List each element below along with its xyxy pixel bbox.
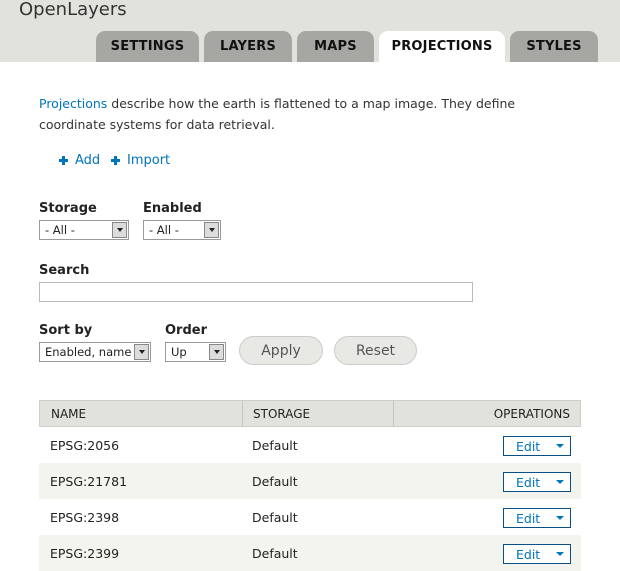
projection-name: EPSG:21781 [50,473,128,489]
reset-button[interactable]: Reset [334,336,417,365]
sort-by-select-value: Enabled, name [45,345,132,359]
edit-dropbutton[interactable]: Edit [503,544,571,564]
edit-label: Edit [516,474,541,490]
table-row: EPSG:21781 Default Edit [39,463,581,499]
edit-label: Edit [516,510,541,526]
add-link[interactable]: Add [58,153,100,168]
search-input[interactable] [39,282,473,302]
tab-settings[interactable]: SETTINGS [96,31,199,62]
projection-storage: Default [252,437,298,453]
table-row: EPSG:2056 Default Edit [39,427,581,463]
plus-icon [58,155,69,166]
edit-dropbutton[interactable]: Edit [503,436,571,456]
chevron-down-icon [134,344,149,360]
chevron-down-icon [209,344,224,360]
chevron-down-icon [204,222,219,238]
plus-icon [110,155,121,166]
chevron-down-icon[interactable] [556,480,564,484]
tab-layers[interactable]: LAYERS [204,31,292,62]
search-label: Search [39,263,90,278]
storage-select[interactable]: - All - [39,220,129,240]
edit-label: Edit [516,438,541,454]
projection-name: EPSG:2056 [50,437,120,453]
chevron-down-icon [112,222,127,238]
order-select[interactable]: Up [165,342,226,362]
sort-by-label: Sort by [39,323,93,338]
table-header: NAME STORAGE OPERATIONS [39,400,581,427]
projections-link[interactable]: Projections [39,96,107,111]
projection-storage: Default [252,509,298,525]
tab-projections[interactable]: PROJECTIONS [379,31,505,62]
column-header-name[interactable]: NAME [51,401,86,426]
edit-dropbutton[interactable]: Edit [503,508,571,528]
import-link[interactable]: Import [110,153,170,168]
chevron-down-icon[interactable] [556,552,564,556]
column-divider [393,401,394,426]
import-label: Import [127,153,171,168]
edit-label: Edit [516,546,541,562]
column-divider [242,401,243,426]
page-title: OpenLayers [19,0,127,20]
projection-storage: Default [252,545,298,561]
enabled-select[interactable]: - All - [143,220,221,240]
projection-storage: Default [252,473,298,489]
primary-tabs: SETTINGS LAYERS MAPS PROJECTIONS STYLES [0,31,620,62]
chevron-down-icon[interactable] [556,444,564,448]
column-header-operations: OPERATIONS [493,406,570,421]
intro-text: Projections describe how the earth is fl… [39,93,579,135]
table-row: EPSG:2398 Default Edit [39,499,581,535]
intro-description: describe how the earth is flattened to a… [39,96,516,132]
header: OpenLayers SETTINGS LAYERS MAPS PROJECTI… [0,0,620,62]
projection-name: EPSG:2398 [50,509,120,525]
projection-name: EPSG:2399 [50,545,120,561]
table-row: EPSG:2399 Default Edit [39,535,581,571]
tab-maps[interactable]: MAPS [297,31,374,62]
tab-styles[interactable]: STYLES [510,31,598,62]
apply-button[interactable]: Apply [239,336,323,365]
storage-select-value: - All - [45,223,75,237]
order-select-value: Up [171,345,187,359]
column-header-storage[interactable]: STORAGE [253,401,310,426]
main-content: Projections describe how the earth is fl… [0,62,620,571]
enabled-select-value: - All - [149,223,179,237]
order-label: Order [165,323,207,338]
enabled-label: Enabled [143,201,202,216]
storage-label: Storage [39,201,97,216]
add-label: Add [75,153,101,168]
chevron-down-icon[interactable] [556,516,564,520]
sort-by-select[interactable]: Enabled, name [39,342,151,362]
edit-dropbutton[interactable]: Edit [503,472,571,492]
